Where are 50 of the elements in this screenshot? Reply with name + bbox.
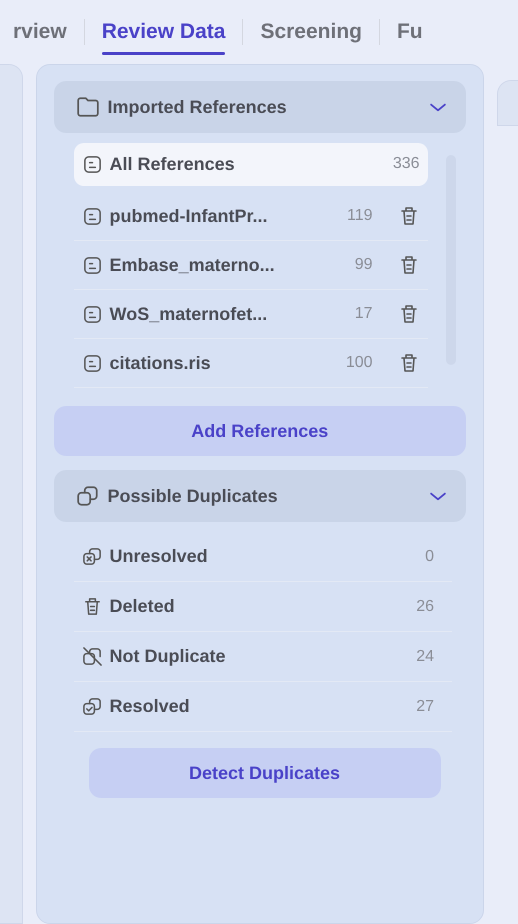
duplicate-count: 26 xyxy=(416,598,434,616)
panel-edge xyxy=(497,80,518,126)
chevron-down-icon xyxy=(430,492,446,500)
reference-count: 17 xyxy=(354,305,373,323)
reference-item[interactable]: All References 336 xyxy=(74,143,428,186)
reference-item[interactable]: WoS_maternofet... 17 xyxy=(74,290,428,339)
section-header[interactable]: Imported References xyxy=(54,81,466,133)
duplicate-category-item[interactable]: Not Duplicate 24 xyxy=(74,632,452,682)
duplicate-icon xyxy=(76,484,100,508)
item-label: citations.ris xyxy=(110,352,212,374)
reference-item[interactable]: pubmed-InfantPr... 119 xyxy=(74,192,428,241)
item-label: WoS_maternofet... xyxy=(110,304,268,324)
duplicate-check-icon xyxy=(82,696,103,717)
detect-duplicates-button[interactable]: Detect Duplicates xyxy=(88,748,441,798)
duplicate-count: 27 xyxy=(416,698,434,716)
tab[interactable]: Screening xyxy=(243,12,379,52)
reference-count: 99 xyxy=(354,256,373,274)
item-label: All References xyxy=(110,154,236,174)
tab[interactable]: rview xyxy=(0,12,84,52)
document-icon xyxy=(82,352,103,374)
reference-item[interactable]: citations.ris 100 xyxy=(74,339,428,388)
item-label: Embase_materno... xyxy=(110,254,276,276)
add-references-button[interactable]: Add References xyxy=(54,406,466,456)
document-icon xyxy=(82,154,103,174)
section-title: Possible Duplicates xyxy=(108,486,279,506)
tab[interactable]: Review Data xyxy=(84,12,242,52)
duplicate-count: 24 xyxy=(416,648,434,666)
reference-count: 119 xyxy=(347,207,373,225)
document-icon xyxy=(82,206,103,226)
section-title: Imported References xyxy=(108,96,288,118)
document-icon xyxy=(82,304,103,324)
item-label: Not Duplicate xyxy=(110,646,227,667)
item-label: pubmed-InfantPr... xyxy=(110,206,269,226)
duplicate-count: 0 xyxy=(425,548,434,566)
item-label: Unresolved xyxy=(110,546,209,567)
tab[interactable]: Fu xyxy=(380,12,440,52)
item-label: Deleted xyxy=(110,596,176,617)
reference-item[interactable]: Embase_materno... 99 xyxy=(74,241,428,290)
chevron-down-icon xyxy=(430,102,446,112)
duplicate-category-item[interactable]: Unresolved 0 xyxy=(74,532,452,582)
document-icon xyxy=(82,254,103,276)
duplicate-category-item[interactable]: Deleted 26 xyxy=(74,582,452,632)
section-header[interactable]: Possible Duplicates xyxy=(54,470,466,522)
reference-count: 336 xyxy=(392,155,420,173)
duplicate-crossed-icon xyxy=(82,646,103,667)
folder-icon xyxy=(76,95,100,119)
reference-count: 100 xyxy=(346,354,373,372)
duplicate-category-item[interactable]: Resolved 27 xyxy=(74,682,452,732)
item-label: Resolved xyxy=(110,696,191,717)
duplicate-x-icon xyxy=(82,546,103,567)
